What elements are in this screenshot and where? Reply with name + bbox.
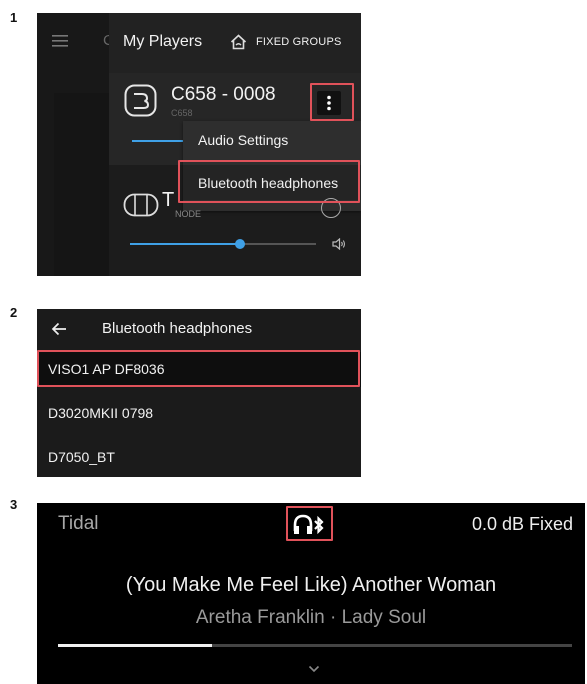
- artist-album: Aretha Franklin · Lady Soul: [195, 607, 427, 628]
- track-title: (You Make Me Feel Like) Another Woman: [125, 574, 497, 596]
- players-panel: C My Players FIXED GROUPS C658 - 0008 C6…: [37, 13, 361, 276]
- volume-knob[interactable]: [234, 239, 245, 249]
- back-arrow-icon[interactable]: [51, 322, 67, 336]
- sidebar-shade: [54, 93, 109, 276]
- player-name[interactable]: C658 - 0008: [171, 84, 276, 106]
- player-model: C658: [171, 108, 193, 118]
- volume-slider[interactable]: [130, 237, 316, 251]
- menu-icon[interactable]: [52, 35, 68, 47]
- step-number-2: 2: [10, 305, 18, 320]
- playback-progress-fill: [58, 644, 213, 647]
- volume-fill: [130, 243, 240, 245]
- step-number-3: 3: [10, 497, 18, 512]
- chevron-down-icon[interactable]: [308, 665, 320, 673]
- node-player-icon: [123, 193, 159, 217]
- speaker-icon[interactable]: [332, 238, 346, 250]
- step-number-1: 1: [10, 10, 18, 25]
- home-icon[interactable]: [230, 34, 247, 50]
- page-title: My Players: [123, 33, 203, 50]
- device-item[interactable]: D3020MKII 0798: [48, 405, 153, 421]
- player-icon: [124, 84, 157, 117]
- highlight-more-options: [310, 83, 354, 121]
- page-title: Bluetooth headphones: [102, 320, 253, 337]
- playback-progress[interactable]: [58, 644, 572, 647]
- bluetooth-headphones-panel: Bluetooth headphones VISO1 AP DF8036 D30…: [37, 309, 361, 477]
- menu-item-audio-settings[interactable]: Audio Settings: [198, 132, 288, 148]
- fixed-groups-button[interactable]: FIXED GROUPS: [256, 36, 342, 48]
- volume-readout: 0.0 dB Fixed: [471, 514, 573, 534]
- source-label: Tidal: [58, 513, 99, 534]
- highlight-headphones-icon: [286, 506, 333, 541]
- highlight-bluetooth-menu-item: [178, 160, 360, 203]
- player-name-clipped[interactable]: T: [162, 189, 174, 212]
- highlight-selected-device: [37, 350, 360, 387]
- player-model-node: NODE: [175, 209, 202, 219]
- device-item[interactable]: D7050_BT: [48, 449, 115, 465]
